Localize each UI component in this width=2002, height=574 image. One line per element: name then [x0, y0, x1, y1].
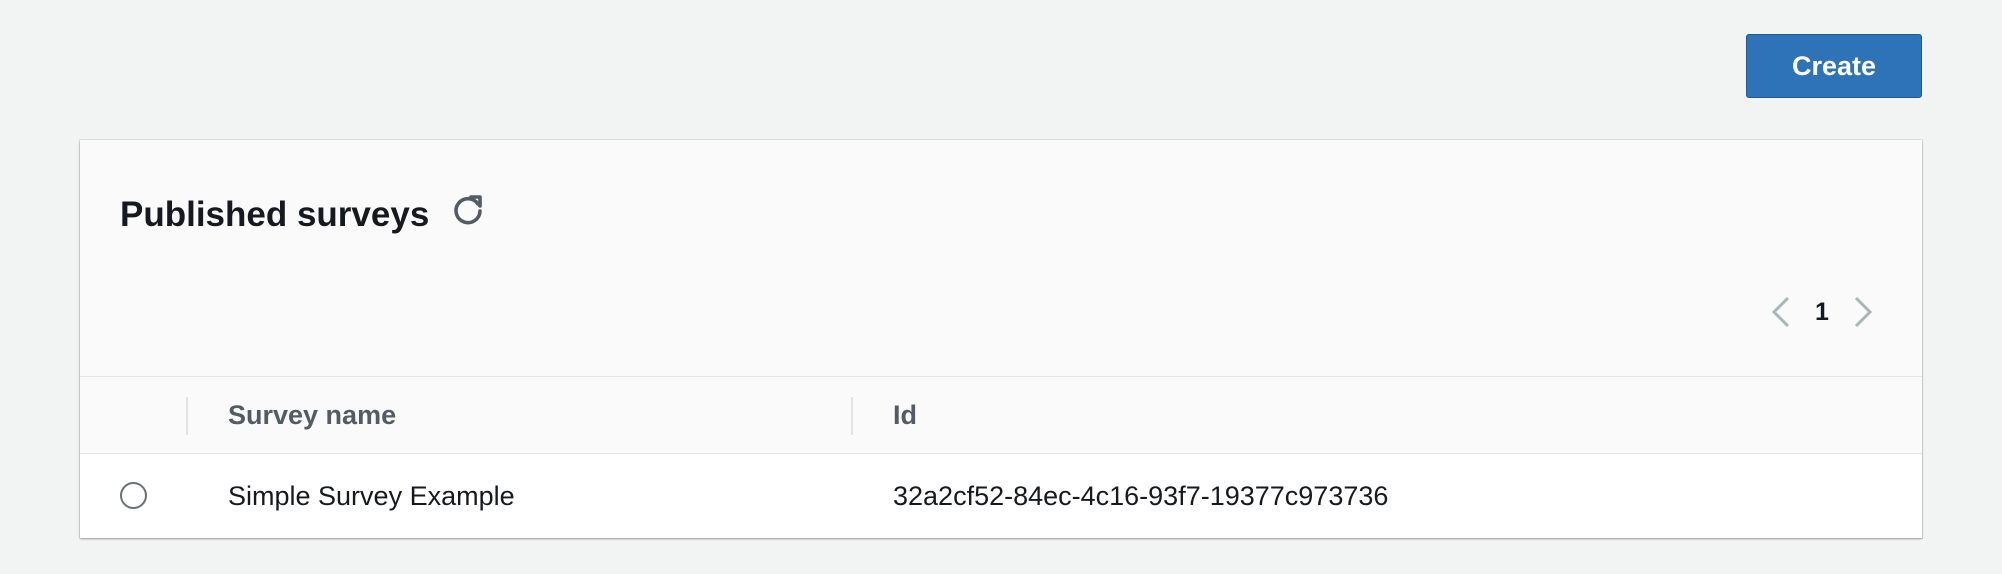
- page-number[interactable]: 1: [1796, 298, 1848, 327]
- column-header-id[interactable]: Id: [893, 377, 917, 453]
- pagination: 1: [1766, 290, 1878, 334]
- column-divider: [186, 397, 188, 435]
- table-row[interactable]: Simple Survey Example 32a2cf52-84ec-4c16…: [80, 454, 1922, 538]
- table-header-row: Survey name Id: [80, 376, 1922, 454]
- survey-name-cell: Simple Survey Example: [228, 480, 515, 511]
- create-button[interactable]: Create: [1746, 34, 1922, 98]
- chevron-right-icon[interactable]: [1848, 290, 1878, 334]
- column-divider: [851, 397, 853, 435]
- panel-header: Published surveys 1: [80, 140, 1922, 376]
- chevron-left-icon[interactable]: [1766, 290, 1796, 334]
- survey-id-cell: 32a2cf52-84ec-4c16-93f7-19377c973736: [893, 480, 1389, 511]
- refresh-icon[interactable]: [449, 192, 487, 230]
- row-select-radio[interactable]: [120, 482, 147, 509]
- column-header-survey-name[interactable]: Survey name: [228, 377, 396, 453]
- panel-title: Published surveys: [120, 195, 430, 234]
- published-surveys-panel: Published surveys 1 Survey name Id Simpl…: [80, 140, 1922, 538]
